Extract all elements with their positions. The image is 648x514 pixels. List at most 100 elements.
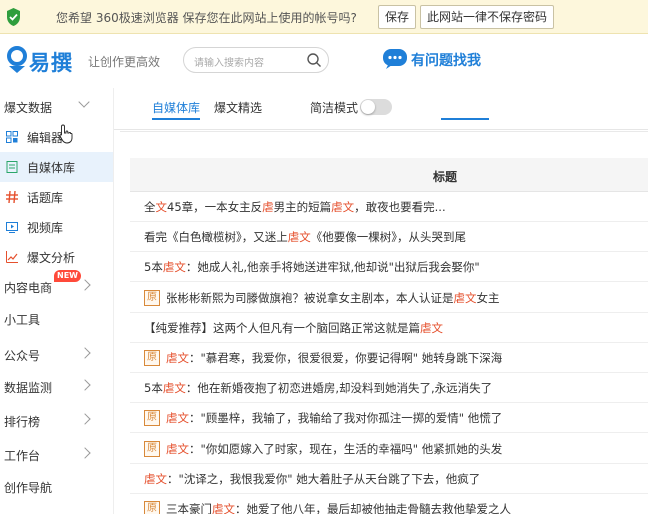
- sidebar-item-tools[interactable]: 小工具: [0, 304, 113, 334]
- title-text: ："顾墨梓，我输了，我输给了我对你孤注一掷的爱情" 他慌了: [189, 411, 503, 426]
- table-row[interactable]: 原三本豪门虐文：她爱了他八年，最后却被他抽走骨髓去救他挚爱之人: [130, 494, 648, 514]
- logo-text[interactable]: 易撰: [29, 47, 73, 77]
- keyword-highlight: 虐文: [166, 411, 189, 426]
- article-title-link[interactable]: 5本虐文：他在新婚夜抱了初恋进婚房,却没料到她消失了,永远消失了: [144, 380, 492, 396]
- original-badge: 原: [144, 410, 160, 427]
- keyword-highlight: 虐: [262, 200, 274, 214]
- title-text: 《他要像一棵树》，从头哭到尾: [310, 230, 466, 245]
- title-text: ："慕君寒，我爱你，很爱很爱，你要记得啊" 她转身跳下深海: [189, 351, 503, 365]
- article-title-link[interactable]: 虐文："慕君寒，我爱你，很爱很爱，你要记得啊" 她转身跳下深海: [166, 350, 502, 366]
- chevron-right-icon: [79, 279, 91, 291]
- sidebar-item-creation-nav[interactable]: 创作导航: [0, 472, 113, 502]
- tab-hot-picks[interactable]: 爆文精选: [214, 99, 262, 116]
- sidebar-item-content-ecommerce[interactable]: 内容电商 NEW: [0, 270, 113, 302]
- column-header-title: 标题: [433, 170, 458, 184]
- sidebar-item-topic-library[interactable]: 话题库: [0, 182, 113, 212]
- sidebar-item-label: 话题库: [27, 191, 64, 205]
- help-link[interactable]: 有问题找我: [411, 50, 481, 70]
- sidebar: 爆文数据 编辑器 自媒体库 话题库 视频库 爆文分析 内容电商 NEW 小工具 …: [0, 88, 114, 514]
- keyword-highlight: 虐文: [453, 290, 477, 305]
- search-box[interactable]: 请输入搜索内容: [183, 47, 329, 73]
- article-title-link[interactable]: 看完《白色橄榄树》，又迷上虐文《他要像一棵树》，从头哭到尾: [144, 229, 466, 245]
- keyword-highlight: 虐文: [287, 230, 311, 245]
- article-title-link[interactable]: 虐文："沈译之，我恨我爱你" 她大着肚子从天台跳了下去，他疯了: [144, 471, 480, 487]
- keyword-highlight: 文: [155, 200, 168, 214]
- sidebar-item-workbench[interactable]: 工作台: [0, 440, 113, 470]
- search-icon[interactable]: [306, 52, 322, 68]
- table-row[interactable]: 原虐文："顾墨梓，我输了，我输给了我对你孤注一掷的爱情" 他慌了: [130, 403, 648, 434]
- sidebar-item-label: 内容电商: [4, 281, 53, 295]
- table-row[interactable]: 5本虐文：他在新婚夜抱了初恋进婚房,却没料到她消失了,永远消失了: [130, 373, 648, 404]
- chevron-right-icon: [79, 413, 91, 425]
- sidebar-item-rankings[interactable]: 排行榜: [0, 406, 113, 436]
- keyword-highlight: 虐文: [420, 320, 443, 335]
- video-icon: [6, 222, 18, 233]
- table-row[interactable]: 看完《白色橄榄树》，又迷上虐文《他要像一棵树》，从头哭到尾: [130, 222, 648, 253]
- chevron-right-icon: [79, 379, 91, 391]
- title-text: 看完《白色橄榄树》，又迷上: [144, 230, 288, 245]
- original-badge: 原: [144, 289, 160, 306]
- active-tab-indicator: [152, 118, 200, 120]
- article-title-link[interactable]: 5本虐文：她成人礼,他亲手将她送进牢狱,他却说"出狱后我会娶你": [144, 259, 480, 275]
- title-text: ，敢夜也要看完...: [354, 200, 446, 214]
- table-row[interactable]: 原虐文："你如愿嫁入了时家，现在，生活的幸福吗" 他紧抓她的头发: [130, 434, 648, 464]
- simple-mode-label: 简洁模式: [310, 101, 359, 115]
- title-text: 45章，一本女主反: [167, 200, 263, 214]
- sidebar-item-media-library[interactable]: 自媒体库: [0, 152, 113, 182]
- sidebar-item-hot-analysis[interactable]: 爆文分析: [0, 242, 113, 272]
- original-badge: 原: [144, 440, 160, 457]
- shield-icon: [7, 8, 20, 26]
- toggle-knob: [361, 100, 375, 114]
- tab-media-library[interactable]: 自媒体库: [152, 99, 200, 116]
- sub-tab-indicator: [441, 118, 489, 120]
- keyword-highlight: 虐文: [162, 381, 186, 396]
- title-text: ："沈译之，我恨我爱你" 她大着肚子从天台跳了下去，他疯了: [167, 471, 481, 486]
- title-text: ：他在新婚夜抱了初恋进婚房,却没料到她消失了,永远消失了: [185, 381, 493, 396]
- title-text: ：她爱了他八年，最后却被他抽走骨髓去救他挚爱之人: [235, 502, 511, 514]
- article-title-link[interactable]: 全文45章，一本女主反虐男主的短篇虐文，敢夜也要看完...: [144, 199, 446, 215]
- chevron-right-icon: [79, 347, 91, 359]
- table-row[interactable]: 原虐文："慕君寒，我爱你，很爱很爱，你要记得啊" 她转身跳下深海: [130, 343, 648, 373]
- table-row[interactable]: 虐文："沈译之，我恨我爱你" 她大着肚子从天台跳了下去，他疯了: [130, 464, 648, 494]
- title-text: 5本: [144, 260, 163, 275]
- keyword-highlight: 虐文: [166, 441, 189, 456]
- table-row[interactable]: 5本虐文：她成人礼,他亲手将她送进牢狱,他却说"出狱后我会娶你": [130, 252, 648, 283]
- article-title-link[interactable]: 张彬彬新熙为司滕做旗袍？被说拿女主剧本，本人认证是虐文女主: [166, 290, 500, 306]
- keyword-highlight: 虐文: [162, 260, 186, 275]
- search-input[interactable]: 请输入搜索内容: [194, 54, 264, 69]
- chat-bubble-icon[interactable]: [382, 48, 408, 70]
- password-save-bar: 您希望 360极速浏览器 保存您在此网站上使用的帐号吗? 保存 此网站一律不保存…: [0, 0, 648, 34]
- sidebar-item-data-monitoring[interactable]: 数据监测: [0, 372, 113, 402]
- article-title-link[interactable]: 【纯爱推荐】这两个人但凡有一个脑回路正常这就是篇虐文: [144, 320, 443, 336]
- table-row[interactable]: 全文45章，一本女主反虐男主的短篇虐文，敢夜也要看完...: [130, 192, 648, 222]
- title-text: 女主: [476, 290, 500, 305]
- sidebar-item-label: 数据监测: [4, 381, 53, 395]
- sidebar-item-label: 爆文分析: [27, 251, 76, 265]
- sidebar-group-hot-data[interactable]: 爆文数据: [0, 92, 113, 122]
- table-row[interactable]: 原张彬彬新熙为司滕做旗袍？被说拿女主剧本，本人认证是虐文女主: [130, 283, 648, 313]
- sidebar-item-official-accounts[interactable]: 公众号: [0, 340, 113, 370]
- chevron-down-icon: [78, 96, 90, 108]
- article-title-link[interactable]: 虐文："顾墨梓，我输了，我输给了我对你孤注一掷的爱情" 他慌了: [166, 410, 502, 426]
- divider: [120, 131, 648, 132]
- chevron-right-icon: [79, 447, 91, 459]
- sidebar-item-label: 编辑器: [27, 131, 64, 145]
- sidebar-item-video-library[interactable]: 视频库: [0, 212, 113, 242]
- chart-icon: [6, 251, 18, 263]
- table-row[interactable]: 【纯爱推荐】这两个人但凡有一个脑回路正常这就是篇虐文: [130, 313, 648, 343]
- site-header: 易撰 让创作更高效 请输入搜索内容 有问题找我: [0, 34, 648, 88]
- save-password-button[interactable]: 保存: [378, 5, 417, 29]
- sidebar-item-label: 自媒体库: [27, 161, 76, 175]
- title-text: 全: [144, 200, 156, 214]
- never-save-password-button[interactable]: 此网站一律不保存密码: [420, 5, 555, 29]
- sidebar-item-editor[interactable]: 编辑器: [0, 122, 113, 152]
- keyword-highlight: 虐文: [212, 502, 235, 514]
- title-text: 张彬彬新熙为司滕做旗袍？被说拿女主剧本，本人认证是: [166, 290, 454, 305]
- article-title-link[interactable]: 三本豪门虐文：她爱了他八年，最后却被他抽走骨髓去救他挚爱之人: [166, 501, 511, 514]
- article-title-link[interactable]: 虐文："你如愿嫁入了时家，现在，生活的幸福吗" 他紧抓她的头发: [166, 441, 502, 457]
- sidebar-group-label: 爆文数据: [4, 101, 53, 115]
- hand-cursor-icon: [59, 124, 73, 144]
- logo-icon[interactable]: [6, 46, 28, 74]
- simple-mode-toggle[interactable]: [360, 99, 392, 115]
- title-text: 三本豪门: [166, 502, 212, 514]
